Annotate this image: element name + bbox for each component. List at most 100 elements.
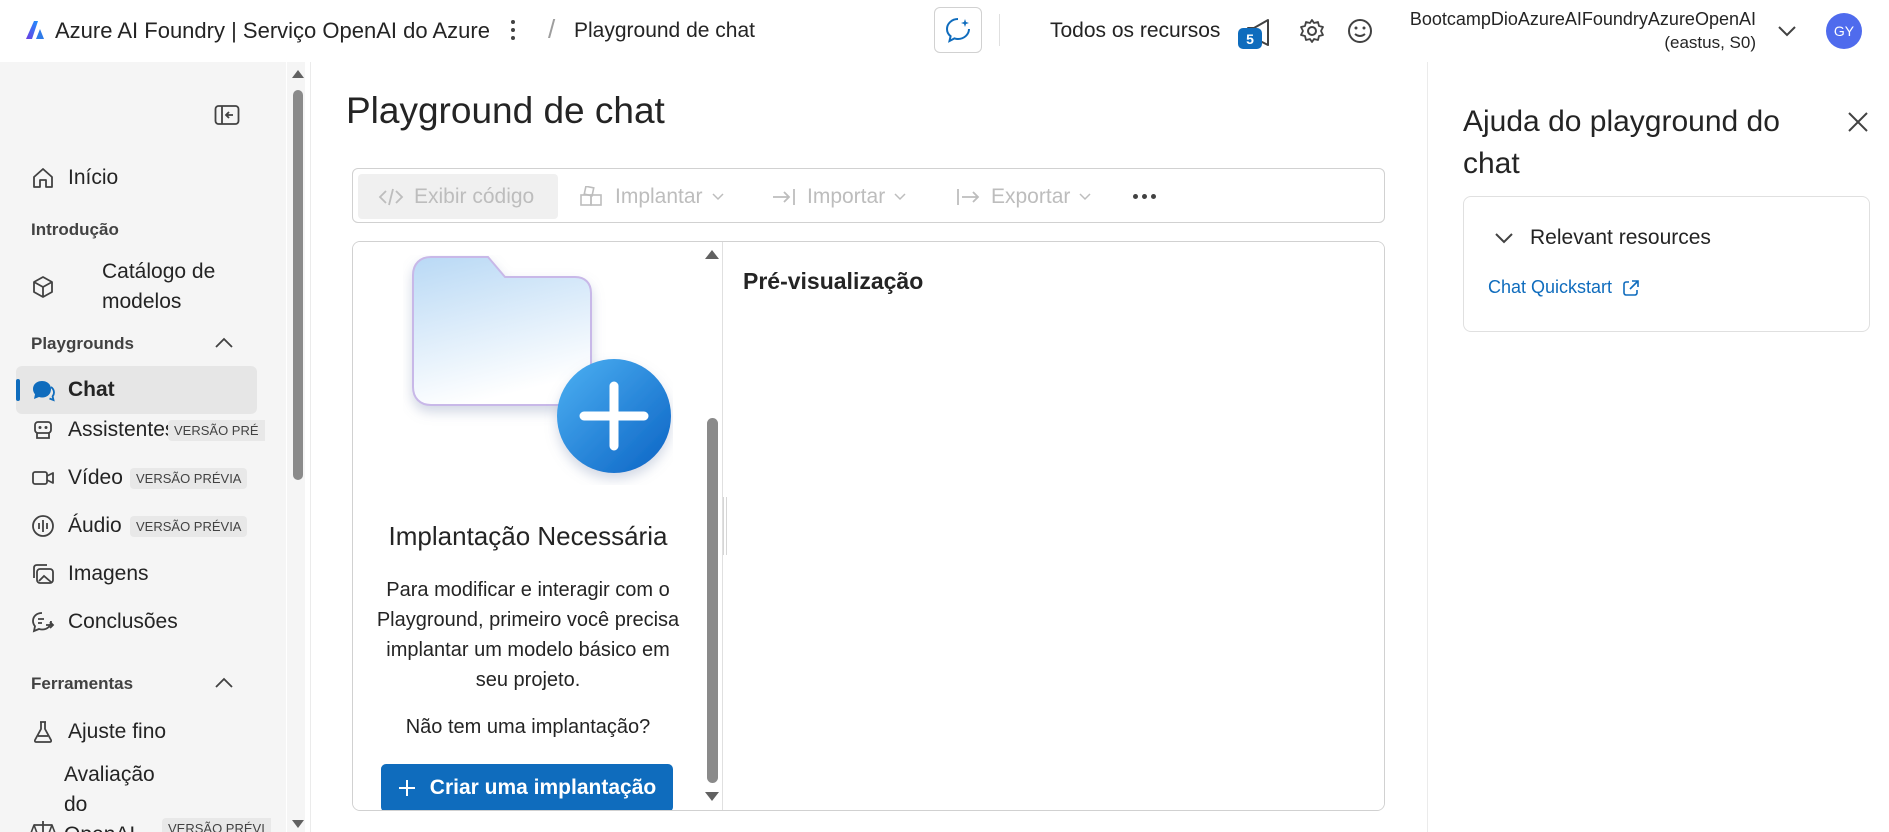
bot-icon [34,421,52,439]
sidebar-item-label: Chat [68,378,115,401]
feedback-smile-icon[interactable] [1346,17,1374,45]
left-navigation: Início Introdução Catálogo de modelos Pl… [0,62,286,832]
section-tools: Ferramentas [31,674,134,693]
notification-badge: 5 [1238,28,1262,49]
images-icon [33,564,54,584]
video-icon [32,471,54,485]
deployment-required-title: Implantação Necessária [388,521,668,551]
cube-icon [33,276,53,298]
setup-pane-scroll-thumb[interactable] [707,418,718,783]
chat-quickstart-link[interactable]: Chat Quickstart [1488,277,1640,298]
chevron-down-icon[interactable] [1494,231,1514,245]
sidebar-item-label: Avaliação do OpenAI [64,763,155,832]
sidebar-item-label: Início [68,166,119,189]
code-icon [378,188,404,205]
completions-icon [32,612,55,633]
export-label: Exportar [991,184,1071,208]
chevron-down-icon[interactable] [1776,20,1798,42]
topbar-divider [999,14,1000,46]
sidebar-item-label: Vídeo [68,466,123,489]
create-deployment-label: Criar uma implantação [429,776,657,799]
sidebar-scroll-thumb[interactable] [293,90,303,480]
sidebar-item-catalogo[interactable]: Catálogo de modelos [16,252,257,322]
import-button[interactable]: Importar [771,174,906,219]
folder-add-illustration [412,256,671,473]
create-deployment-button[interactable]: Criar uma implantação [381,764,673,810]
sidebar-item-label: Ajuste fino [68,720,167,743]
more-options-icon[interactable] [503,16,523,44]
copilot-chat-icon [945,18,970,43]
sidebar-item-label: Áudio [68,514,122,537]
chevron-up-icon[interactable] [213,336,235,350]
external-link-icon [1623,279,1639,296]
sidebar-item-audio[interactable]: Áudio VERSÃO PRÉVIA [16,502,257,550]
chevron-down-icon [894,192,906,200]
sidebar-item-imagens[interactable]: Imagens [16,550,257,598]
avatar[interactable]: GY [1826,13,1862,49]
gear-icon[interactable] [1298,17,1326,45]
sidebar-item-label: Catálogo de modelos [102,260,216,313]
collapse-sidebar-icon[interactable] [214,104,240,126]
relevant-resources-title[interactable]: Relevant resources [1530,226,1711,250]
sidebar-item-label: Conclusões [68,610,178,633]
account-name[interactable]: BootcampDioAzureAIFoundryAzureOpenAI [1410,9,1756,30]
setup-pane: Implantação Necessária Para modificar e … [353,242,723,810]
sidebar-item-conclusoes[interactable]: Conclusões [16,598,257,646]
scroll-up-arrow-icon[interactable] [705,250,719,259]
chat-icon [33,381,55,402]
plus-icon [398,780,415,796]
chevron-down-icon [1079,192,1091,200]
page-title: Playground de chat [346,90,665,131]
deploy-button[interactable]: Implantar [579,174,724,219]
scroll-down-arrow-icon[interactable] [705,792,719,801]
no-deployment-question: Não tem uma implantação? [405,716,651,738]
chat-quickstart-label: Chat Quickstart [1488,277,1613,297]
export-icon [957,188,980,205]
preview-pane: Pré-visualização [727,242,1384,810]
preview-tag: VERSÃO PRÉVIA [130,467,248,489]
more-actions-icon[interactable] [1133,185,1157,207]
preview-tag: VERSÃO PRÉVI [162,818,271,832]
scroll-down-arrow-icon[interactable] [292,820,304,828]
chevron-up-icon[interactable] [213,676,235,690]
chevron-down-icon [712,192,724,200]
section-intro: Introdução [31,220,119,239]
copilot-button[interactable] [934,7,982,53]
home-icon [33,168,53,188]
sidebar-item-assistentes[interactable]: Assistentes VERSÃO PRÉ [16,406,265,454]
deployment-required-description: Para modificar e interagir com o Playgro… [376,579,680,691]
preview-title: Pré-visualização [743,268,924,294]
export-button[interactable]: Exportar [955,174,1091,219]
deploy-label: Implantar [615,184,703,208]
audio-icon [32,515,54,537]
sidebar-item-label: Assistentes [68,418,176,441]
sidebar-item-inicio[interactable]: Início [16,154,257,202]
scale-icon [30,821,56,832]
azure-ai-foundry-logo [26,21,44,39]
app-title[interactable]: Azure AI Foundry | Serviço OpenAI do Azu… [55,18,490,44]
help-panel-title: Ajuda do playground do chat [1463,105,1780,180]
breadcrumb-current: Playground de chat [574,19,755,42]
close-icon[interactable] [1846,110,1870,134]
view-code-button[interactable]: Exibir código [358,174,558,219]
breadcrumb-separator: / [548,14,556,44]
sidebar-item-label: Imagens [68,562,149,585]
account-region: (eastus, S0) [1664,33,1756,52]
sidebar-item-video[interactable]: Vídeo VERSÃO PRÉVIA [16,454,257,502]
view-code-label: Exibir código [414,184,535,208]
import-label: Importar [807,184,886,208]
deploy-icon [580,185,602,206]
playground-toolbar: Exibir código Implantar Importar Exporta… [352,168,1385,223]
flask-icon [33,721,53,743]
all-resources-link[interactable]: Todos os recursos [1050,19,1220,43]
import-icon [773,188,795,205]
preview-tag: VERSÃO PRÉ [168,419,265,441]
top-bar: Azure AI Foundry | Serviço OpenAI do Azu… [0,0,1889,62]
section-playgrounds: Playgrounds [31,334,134,353]
sidebar-item-avaliacao[interactable]: Avaliação do OpenAI VERSÃO PRÉVI [16,756,271,832]
scroll-up-arrow-icon[interactable] [292,70,304,78]
sidebar-item-ajuste-fino[interactable]: Ajuste fino [16,708,257,756]
preview-tag: VERSÃO PRÉVIA [130,515,248,537]
relevant-resources-card: Relevant resources Chat Quickstart [1463,196,1870,332]
playground-workspace: Implantação Necessária Para modificar e … [352,241,1385,811]
